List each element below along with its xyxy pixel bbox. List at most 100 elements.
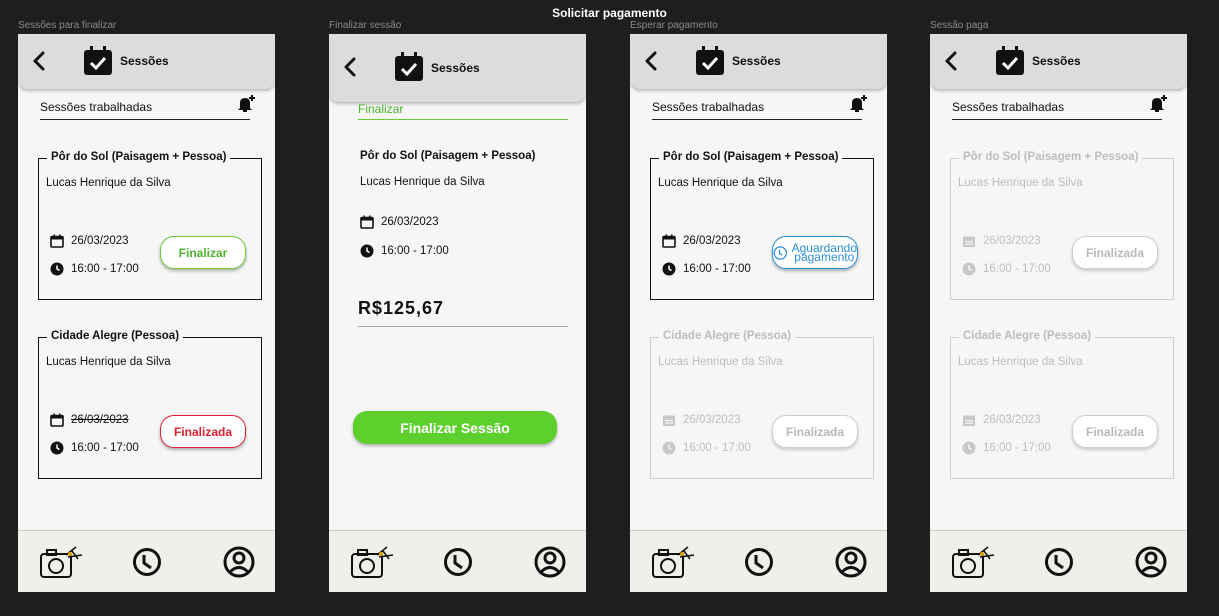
session-date: 26/03/2023: [662, 413, 741, 427]
calendar-icon: [662, 234, 676, 248]
session-card[interactable]: Pôr do Sol (Paisagem + Pessoa) Lucas Hen…: [650, 151, 874, 300]
session-card[interactable]: Cidade Alegre (Pessoa) Lucas Henrique da…: [38, 330, 262, 479]
session-date: 26/03/2023: [962, 413, 1041, 427]
session-title: Cidade Alegre (Pessoa): [47, 330, 184, 342]
profile-icon[interactable]: [1135, 546, 1167, 578]
date-text: 26/03/2023: [381, 216, 439, 228]
back-icon[interactable]: [341, 56, 359, 78]
client-name: Lucas Henrique da Silva: [360, 176, 485, 188]
session-time: 16:00 - 17:00: [962, 262, 1051, 276]
session-title: Pôr do Sol (Paisagem + Pessoa): [659, 151, 843, 163]
session-title: Cidade Alegre (Pessoa): [659, 330, 796, 342]
time-text: 16:00 - 17:00: [381, 245, 449, 257]
sessions-worked-label: Sessões trabalhadas: [40, 100, 153, 114]
frame-label-sessao-paga: Sessão paga: [930, 20, 989, 31]
history-icon[interactable]: [132, 547, 162, 577]
session-date: 26/03/2023: [962, 234, 1041, 248]
clock-icon: [662, 441, 676, 455]
time-text: 16:00 - 17:00: [683, 263, 751, 275]
finalizada-button[interactable]: Finalizada: [1072, 236, 1158, 269]
date-text: 26/03/2023: [71, 414, 129, 426]
session-time: 16:00 - 17:00: [50, 262, 139, 276]
sessions-worked-tab[interactable]: Sessões trabalhadas: [952, 95, 1167, 120]
date-text: 26/03/2023: [983, 235, 1041, 247]
time-text: 16:00 - 17:00: [983, 263, 1051, 275]
finalizada-button[interactable]: Finalizada: [160, 415, 246, 448]
back-icon[interactable]: [942, 50, 960, 72]
finalizada-button[interactable]: Finalizada: [772, 415, 858, 448]
clock-icon: [50, 262, 64, 276]
calendar-check-icon: [395, 52, 423, 81]
sessions-worked-label: Sessões trabalhadas: [652, 100, 765, 114]
session-card[interactable]: Cidade Alegre (Pessoa) Lucas Henrique da…: [650, 330, 874, 479]
session-date: 26/03/2023: [50, 413, 129, 427]
session-date: 26/03/2023: [662, 234, 741, 248]
client-name: Lucas Henrique da Silva: [46, 177, 171, 189]
back-icon[interactable]: [30, 50, 48, 72]
session-time: 16:00 - 17:00: [662, 262, 751, 276]
session-time: 16:00 - 17:00: [962, 441, 1051, 455]
phone-screen-sessao-paga: Sessões Sessões trabalhadas Pôr do Sol (…: [930, 34, 1187, 592]
phone-screen-esperar-pagamento: Sessões Sessões trabalhadas Pôr do Sol (…: [630, 34, 887, 592]
history-icon[interactable]: [443, 547, 473, 577]
clock-icon: [962, 262, 976, 276]
history-icon[interactable]: [1044, 547, 1074, 577]
price-value: R$125,67: [358, 298, 568, 327]
frame-label-sessoes-para-finalizar: Sessões para finalizar: [18, 20, 117, 31]
date-text: 26/03/2023: [71, 235, 129, 247]
profile-icon[interactable]: [223, 546, 255, 578]
back-icon[interactable]: [642, 50, 660, 72]
bottom-tab-bar: [18, 530, 275, 592]
app-header: Sessões: [329, 34, 586, 102]
client-name: Lucas Henrique da Silva: [958, 356, 1083, 368]
time-text: 16:00 - 17:00: [71, 442, 139, 454]
session-time: 16:00 - 17:00: [50, 441, 139, 455]
header-title: Sessões: [431, 61, 480, 75]
profile-icon[interactable]: [835, 546, 867, 578]
aguardando-pagamento-button[interactable]: Aguardando pagamento: [772, 236, 858, 269]
bottom-tab-bar: [630, 530, 887, 592]
frame-label-finalizar-sessao: Finalizar sessão: [329, 20, 402, 31]
finalizar-sessao-button[interactable]: Finalizar Sessão: [353, 411, 557, 444]
camera-icon[interactable]: [38, 545, 84, 581]
app-header: Sessões: [18, 34, 275, 89]
app-header: Sessões: [630, 34, 887, 89]
clock-outline-icon: [773, 245, 788, 260]
clock-icon: [962, 441, 976, 455]
session-card[interactable]: Cidade Alegre (Pessoa) Lucas Henrique da…: [950, 330, 1174, 479]
time-text: 16:00 - 17:00: [683, 442, 751, 454]
header-title: Sessões: [732, 54, 781, 68]
sessions-worked-tab[interactable]: Sessões trabalhadas: [652, 95, 867, 120]
session-time: 16:00 - 17:00: [360, 244, 449, 258]
camera-icon[interactable]: [950, 545, 996, 581]
history-icon[interactable]: [744, 547, 774, 577]
page-title: Solicitar pagamento: [552, 6, 667, 20]
session-card[interactable]: Pôr do Sol (Paisagem + Pessoa) Lucas Hen…: [950, 151, 1174, 300]
session-card[interactable]: Pôr do Sol (Paisagem + Pessoa) Lucas Hen…: [38, 151, 262, 300]
sessions-worked-label: Sessões trabalhadas: [952, 100, 1065, 114]
calendar-check-icon: [996, 46, 1024, 75]
calendar-icon: [963, 236, 975, 247]
pagamento-label: pagamento: [794, 249, 855, 264]
camera-icon[interactable]: [650, 545, 696, 581]
profile-icon[interactable]: [534, 546, 566, 578]
bell-plus-icon[interactable]: [848, 94, 868, 114]
app-header: Sessões: [930, 34, 1187, 89]
bell-plus-icon[interactable]: [236, 94, 256, 114]
sessions-worked-tab[interactable]: Sessões trabalhadas: [40, 95, 255, 120]
finalizada-button[interactable]: Finalizada: [1072, 415, 1158, 448]
finalizar-tab[interactable]: Finalizar: [358, 102, 568, 120]
finalizar-button[interactable]: Finalizar: [160, 236, 246, 269]
bell-plus-icon[interactable]: [1148, 94, 1168, 114]
camera-icon[interactable]: [349, 545, 395, 581]
session-date: 26/03/2023: [360, 215, 439, 229]
session-date: 26/03/2023: [50, 234, 129, 248]
bottom-tab-bar: [930, 530, 1187, 592]
session-title: Cidade Alegre (Pessoa): [959, 330, 1096, 342]
calendar-icon: [663, 415, 675, 426]
client-name: Lucas Henrique da Silva: [658, 177, 783, 189]
header-title: Sessões: [120, 54, 169, 68]
clock-icon: [360, 244, 374, 258]
calendar-icon: [360, 215, 374, 229]
date-text: 26/03/2023: [683, 414, 741, 426]
